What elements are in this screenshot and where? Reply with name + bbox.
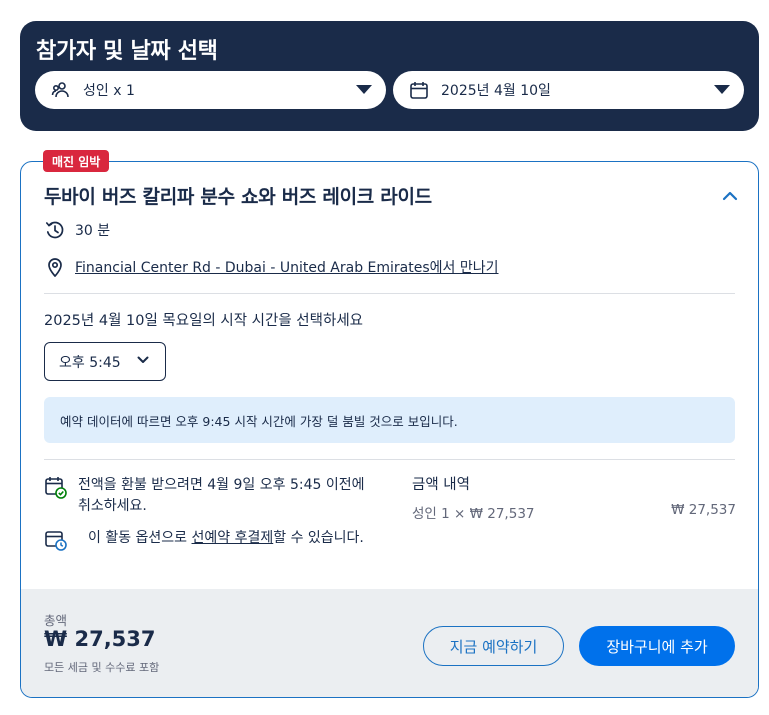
start-time-select[interactable]: 오후 5:45: [44, 342, 166, 381]
pay-later-text: 이 활동 옵션으로 선예약 후결제할 수 있습니다.: [88, 528, 378, 552]
pay-later-policy: 이 활동 옵션으로 선예약 후결제할 수 있습니다.: [44, 528, 378, 552]
meeting-point-link[interactable]: Financial Center Rd - Dubai - United Ara…: [75, 257, 499, 277]
pay-later-prefix: 이 활동 옵션으로: [88, 530, 192, 546]
participant-date-picker: 참가자 및 날짜 선택 성인 x 1 2025년 4월 10일: [20, 21, 759, 131]
clock-icon: [44, 219, 66, 241]
reserve-now-button[interactable]: 지금 예약하기: [423, 626, 564, 666]
meeting-point-row: Financial Center Rd - Dubai - United Ara…: [44, 256, 499, 278]
booking-footer: 총액 ₩ 27,537 모든 세금 및 수수료 포함 지금 예약하기 장바구니에…: [21, 589, 758, 697]
pay-later-suffix: 할 수 있습니다.: [273, 530, 364, 546]
date-value: 2025년 4월 10일: [441, 83, 551, 99]
collapse-button[interactable]: [720, 186, 740, 206]
divider: [44, 293, 735, 294]
duration-row: 30 분: [44, 219, 110, 241]
pay-later-link[interactable]: 선예약 후결제: [192, 530, 274, 546]
start-time-value: 오후 5:45: [59, 354, 121, 371]
meeting-point-suffix: 에서 만나기: [429, 260, 499, 276]
price-breakdown-title: 금액 내역: [412, 477, 470, 493]
travelers-selector[interactable]: 성인 x 1: [35, 71, 386, 109]
activity-title: 두바이 버즈 칼리파 분수 쇼와 버즈 레이크 라이드: [44, 186, 432, 208]
picker-title: 참가자 및 날짜 선택: [36, 39, 218, 64]
add-to-cart-button[interactable]: 장바구니에 추가: [579, 626, 735, 666]
calendar-icon: [409, 80, 429, 100]
caret-down-icon: [356, 85, 372, 94]
caret-down-icon: [714, 85, 730, 94]
chevron-up-icon: [722, 191, 738, 201]
total-price: ₩ 27,537: [44, 627, 156, 651]
refund-policy: 전액을 환불 받으려면 4월 9일 오후 5:45 이전에 취소하세요.: [44, 475, 368, 517]
travelers-value: 성인 x 1: [83, 83, 135, 99]
price-line-label: 성인 1 × ₩ 27,537: [412, 506, 535, 522]
crowd-info-box: 예약 데이터에 따르면 오후 9:45 시작 시간에 가장 덜 붐빌 것으로 보…: [44, 397, 735, 443]
refund-policy-text: 전액을 환불 받으려면 4월 9일 오후 5:45 이전에 취소하세요.: [78, 477, 365, 514]
location-pin-icon: [44, 256, 66, 278]
sell-out-badge: 매진 임박: [43, 150, 110, 172]
crowd-info-text: 예약 데이터에 따르면 오후 9:45 시작 시간에 가장 덜 붐빌 것으로 보…: [60, 413, 458, 429]
meeting-point-address: Financial Center Rd - Dubai - United Ara…: [75, 260, 430, 276]
calendar-clock-icon: [44, 528, 68, 552]
divider: [44, 459, 735, 460]
price-line-amount: ₩ 27,537: [671, 502, 736, 518]
total-note: 모든 세금 및 수수료 포함: [44, 661, 160, 674]
activity-option-card: 두바이 버즈 칼리파 분수 쇼와 버즈 레이크 라이드 30 분 Financi…: [20, 161, 759, 698]
people-icon: [51, 80, 71, 100]
duration-text: 30 분: [75, 223, 111, 239]
start-time-prompt: 2025년 4월 10일 목요일의 시작 시간을 선택하세요: [44, 313, 364, 329]
date-selector[interactable]: 2025년 4월 10일: [393, 71, 744, 109]
calendar-check-icon: [44, 475, 68, 499]
chevron-down-icon: [137, 356, 149, 363]
